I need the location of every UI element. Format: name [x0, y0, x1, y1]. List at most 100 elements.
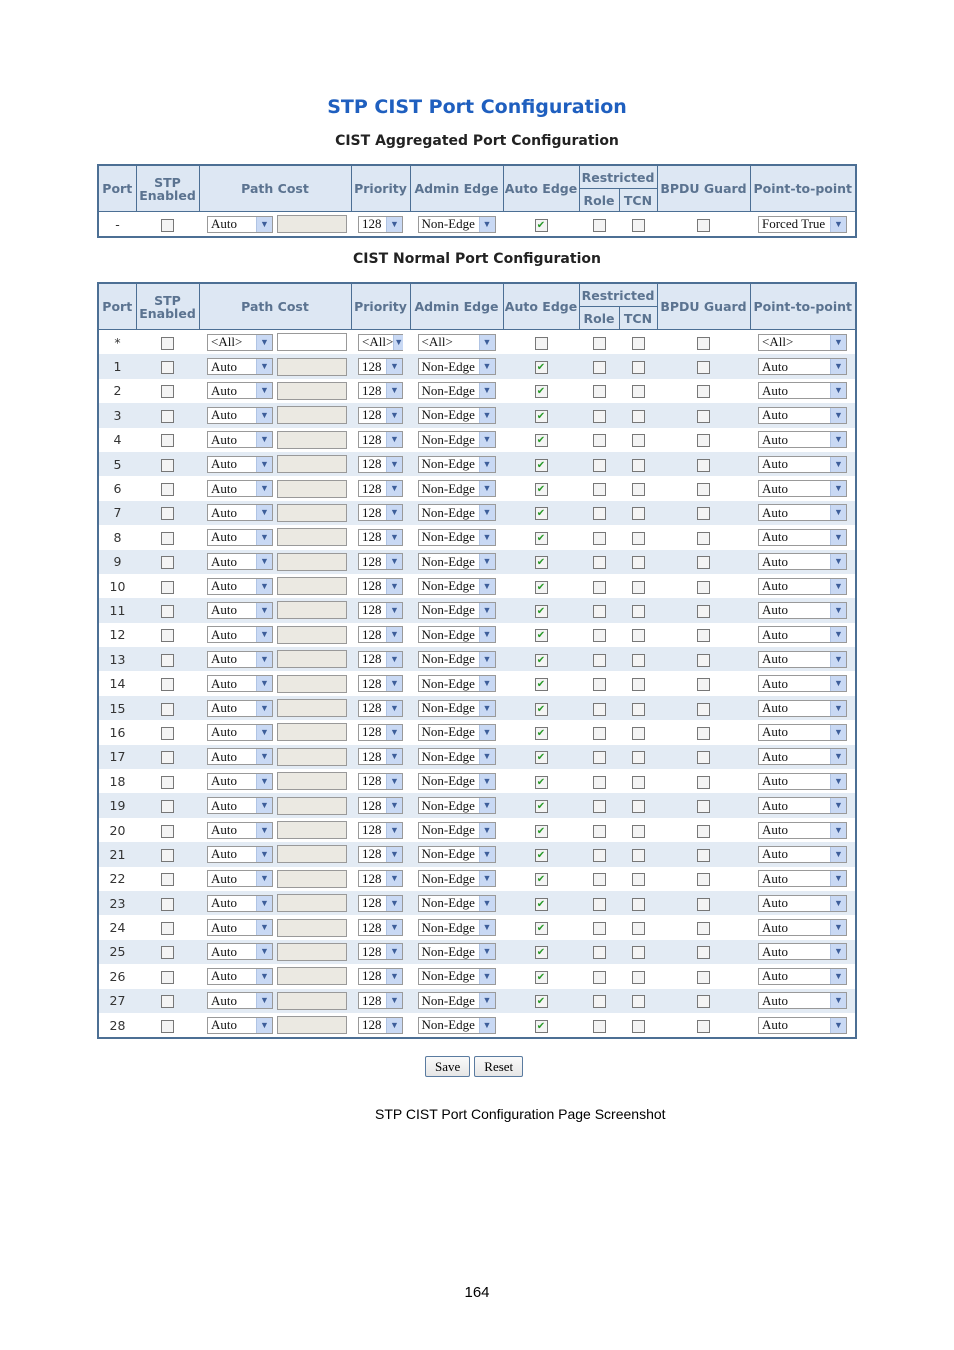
restricted-tcn-checkbox[interactable] — [631, 824, 645, 838]
admin-edge-select[interactable]: Non-Edge ▼ — [417, 797, 496, 815]
path-cost-input[interactable] — [276, 821, 347, 839]
point-to-point-select[interactable]: Auto ▼ — [758, 919, 847, 937]
point-to-point-select[interactable]: Auto ▼ — [758, 748, 847, 766]
point-to-point-select[interactable]: Auto ▼ — [758, 894, 847, 912]
priority-select[interactable]: 128 ▼ — [358, 528, 403, 546]
priority-select[interactable]: 128 ▼ — [358, 967, 403, 985]
path-cost-select[interactable]: Auto ▼ — [207, 797, 273, 815]
bpdu-guard-checkbox[interactable] — [697, 995, 710, 1009]
restricted-tcn-checkbox[interactable] — [631, 873, 645, 887]
restricted-role-checkbox[interactable] — [592, 218, 606, 232]
path-cost-select[interactable]: Auto ▼ — [207, 748, 273, 766]
path-cost-select[interactable]: Auto ▼ — [207, 382, 273, 400]
restricted-tcn-checkbox[interactable] — [631, 702, 645, 716]
admin-edge-select[interactable]: Non-Edge ▼ — [417, 748, 496, 766]
priority-select[interactable]: 128 ▼ — [358, 431, 403, 449]
path-cost-input[interactable] — [276, 747, 347, 766]
stp-enabled-checkbox[interactable] — [161, 946, 174, 960]
priority-select[interactable]: 128 ▼ — [358, 577, 403, 595]
bpdu-guard-checkbox[interactable] — [697, 218, 710, 232]
path-cost-select[interactable]: Auto ▼ — [207, 675, 273, 693]
point-to-point-select[interactable]: Auto ▼ — [758, 553, 847, 571]
priority-select[interactable]: 128 ▼ — [358, 699, 403, 717]
stp-enabled-checkbox[interactable] — [161, 678, 174, 692]
point-to-point-select[interactable]: Auto ▼ — [758, 650, 847, 668]
stp-enabled-checkbox[interactable] — [161, 483, 174, 497]
point-to-point-select[interactable]: Auto ▼ — [758, 406, 847, 424]
path-cost-select[interactable]: <All> ▼ — [207, 333, 273, 351]
auto-edge-checkbox[interactable]: ✔ — [534, 922, 548, 936]
priority-select[interactable]: 128 ▼ — [358, 455, 403, 473]
point-to-point-select[interactable]: Auto ▼ — [758, 1016, 847, 1034]
auto-edge-checkbox[interactable]: ✔ — [534, 604, 548, 618]
priority-select[interactable]: 128 ▼ — [358, 821, 403, 839]
stp-enabled-checkbox[interactable] — [161, 507, 174, 521]
admin-edge-select[interactable]: Non-Edge ▼ — [417, 919, 496, 937]
restricted-tcn-checkbox[interactable] — [631, 483, 645, 497]
stp-enabled-checkbox[interactable] — [161, 775, 174, 789]
priority-select[interactable]: 128 ▼ — [358, 797, 403, 815]
auto-edge-checkbox[interactable]: ✔ — [534, 995, 548, 1009]
point-to-point-select[interactable]: Auto ▼ — [758, 601, 847, 619]
restricted-tcn-checkbox[interactable] — [631, 507, 645, 521]
restricted-tcn-checkbox[interactable] — [631, 751, 645, 765]
auto-edge-checkbox[interactable]: ✔ — [534, 531, 548, 545]
restricted-tcn-checkbox[interactable] — [631, 897, 645, 911]
path-cost-select[interactable]: Auto ▼ — [207, 358, 273, 376]
point-to-point-select[interactable]: Auto ▼ — [758, 943, 847, 961]
admin-edge-select[interactable]: Non-Edge ▼ — [417, 528, 496, 546]
point-to-point-select[interactable]: Auto ▼ — [758, 675, 847, 693]
bpdu-guard-checkbox[interactable] — [697, 336, 710, 350]
admin-edge-select[interactable]: Non-Edge ▼ — [417, 215, 496, 233]
path-cost-input[interactable] — [276, 528, 347, 547]
bpdu-guard-checkbox[interactable] — [697, 726, 710, 740]
restricted-role-checkbox[interactable] — [592, 629, 606, 643]
priority-select[interactable]: 128 ▼ — [358, 943, 403, 961]
restricted-role-checkbox[interactable] — [592, 702, 606, 716]
stp-enabled-checkbox[interactable] — [161, 580, 174, 594]
priority-select[interactable]: 128 ▼ — [358, 845, 403, 863]
admin-edge-select[interactable]: Non-Edge ▼ — [417, 894, 496, 912]
path-cost-input[interactable] — [276, 869, 347, 888]
restricted-role-checkbox[interactable] — [592, 824, 606, 838]
path-cost-select[interactable]: Auto ▼ — [207, 992, 273, 1010]
priority-select[interactable]: 128 ▼ — [358, 748, 403, 766]
priority-select[interactable]: 128 ▼ — [358, 894, 403, 912]
path-cost-input[interactable] — [276, 381, 347, 400]
path-cost-select[interactable]: Auto ▼ — [207, 845, 273, 863]
reset-button[interactable]: Reset — [474, 1056, 524, 1077]
point-to-point-select[interactable]: Auto ▼ — [758, 967, 847, 985]
bpdu-guard-checkbox[interactable] — [697, 678, 710, 692]
path-cost-input[interactable] — [276, 699, 347, 718]
restricted-role-checkbox[interactable] — [592, 556, 606, 570]
stp-enabled-checkbox[interactable] — [161, 653, 174, 667]
path-cost-input[interactable] — [276, 357, 347, 376]
admin-edge-select[interactable]: Non-Edge ▼ — [417, 601, 496, 619]
restricted-role-checkbox[interactable] — [592, 604, 606, 618]
restricted-tcn-checkbox[interactable] — [631, 580, 645, 594]
admin-edge-select[interactable]: Non-Edge ▼ — [417, 870, 496, 888]
auto-edge-checkbox[interactable]: ✔ — [534, 434, 548, 448]
restricted-tcn-checkbox[interactable] — [631, 556, 645, 570]
restricted-role-checkbox[interactable] — [592, 483, 606, 497]
path-cost-input[interactable] — [276, 625, 347, 644]
bpdu-guard-checkbox[interactable] — [697, 653, 710, 667]
bpdu-guard-checkbox[interactable] — [697, 873, 710, 887]
point-to-point-select[interactable]: Auto ▼ — [758, 504, 847, 522]
point-to-point-select[interactable]: Auto ▼ — [758, 821, 847, 839]
bpdu-guard-checkbox[interactable] — [697, 604, 710, 618]
path-cost-select[interactable]: Auto ▼ — [207, 699, 273, 717]
path-cost-input[interactable] — [276, 333, 347, 352]
stp-enabled-checkbox[interactable] — [161, 434, 174, 448]
stp-enabled-checkbox[interactable] — [161, 336, 174, 350]
path-cost-select[interactable]: Auto ▼ — [207, 215, 273, 233]
restricted-tcn-checkbox[interactable] — [631, 922, 645, 936]
restricted-role-checkbox[interactable] — [592, 995, 606, 1009]
bpdu-guard-checkbox[interactable] — [697, 458, 710, 472]
auto-edge-checkbox[interactable]: ✔ — [534, 458, 548, 472]
path-cost-input[interactable] — [276, 577, 347, 596]
restricted-tcn-checkbox[interactable] — [631, 970, 645, 984]
priority-select[interactable]: 128 ▼ — [358, 919, 403, 937]
bpdu-guard-checkbox[interactable] — [697, 848, 710, 862]
path-cost-input[interactable] — [276, 967, 347, 986]
